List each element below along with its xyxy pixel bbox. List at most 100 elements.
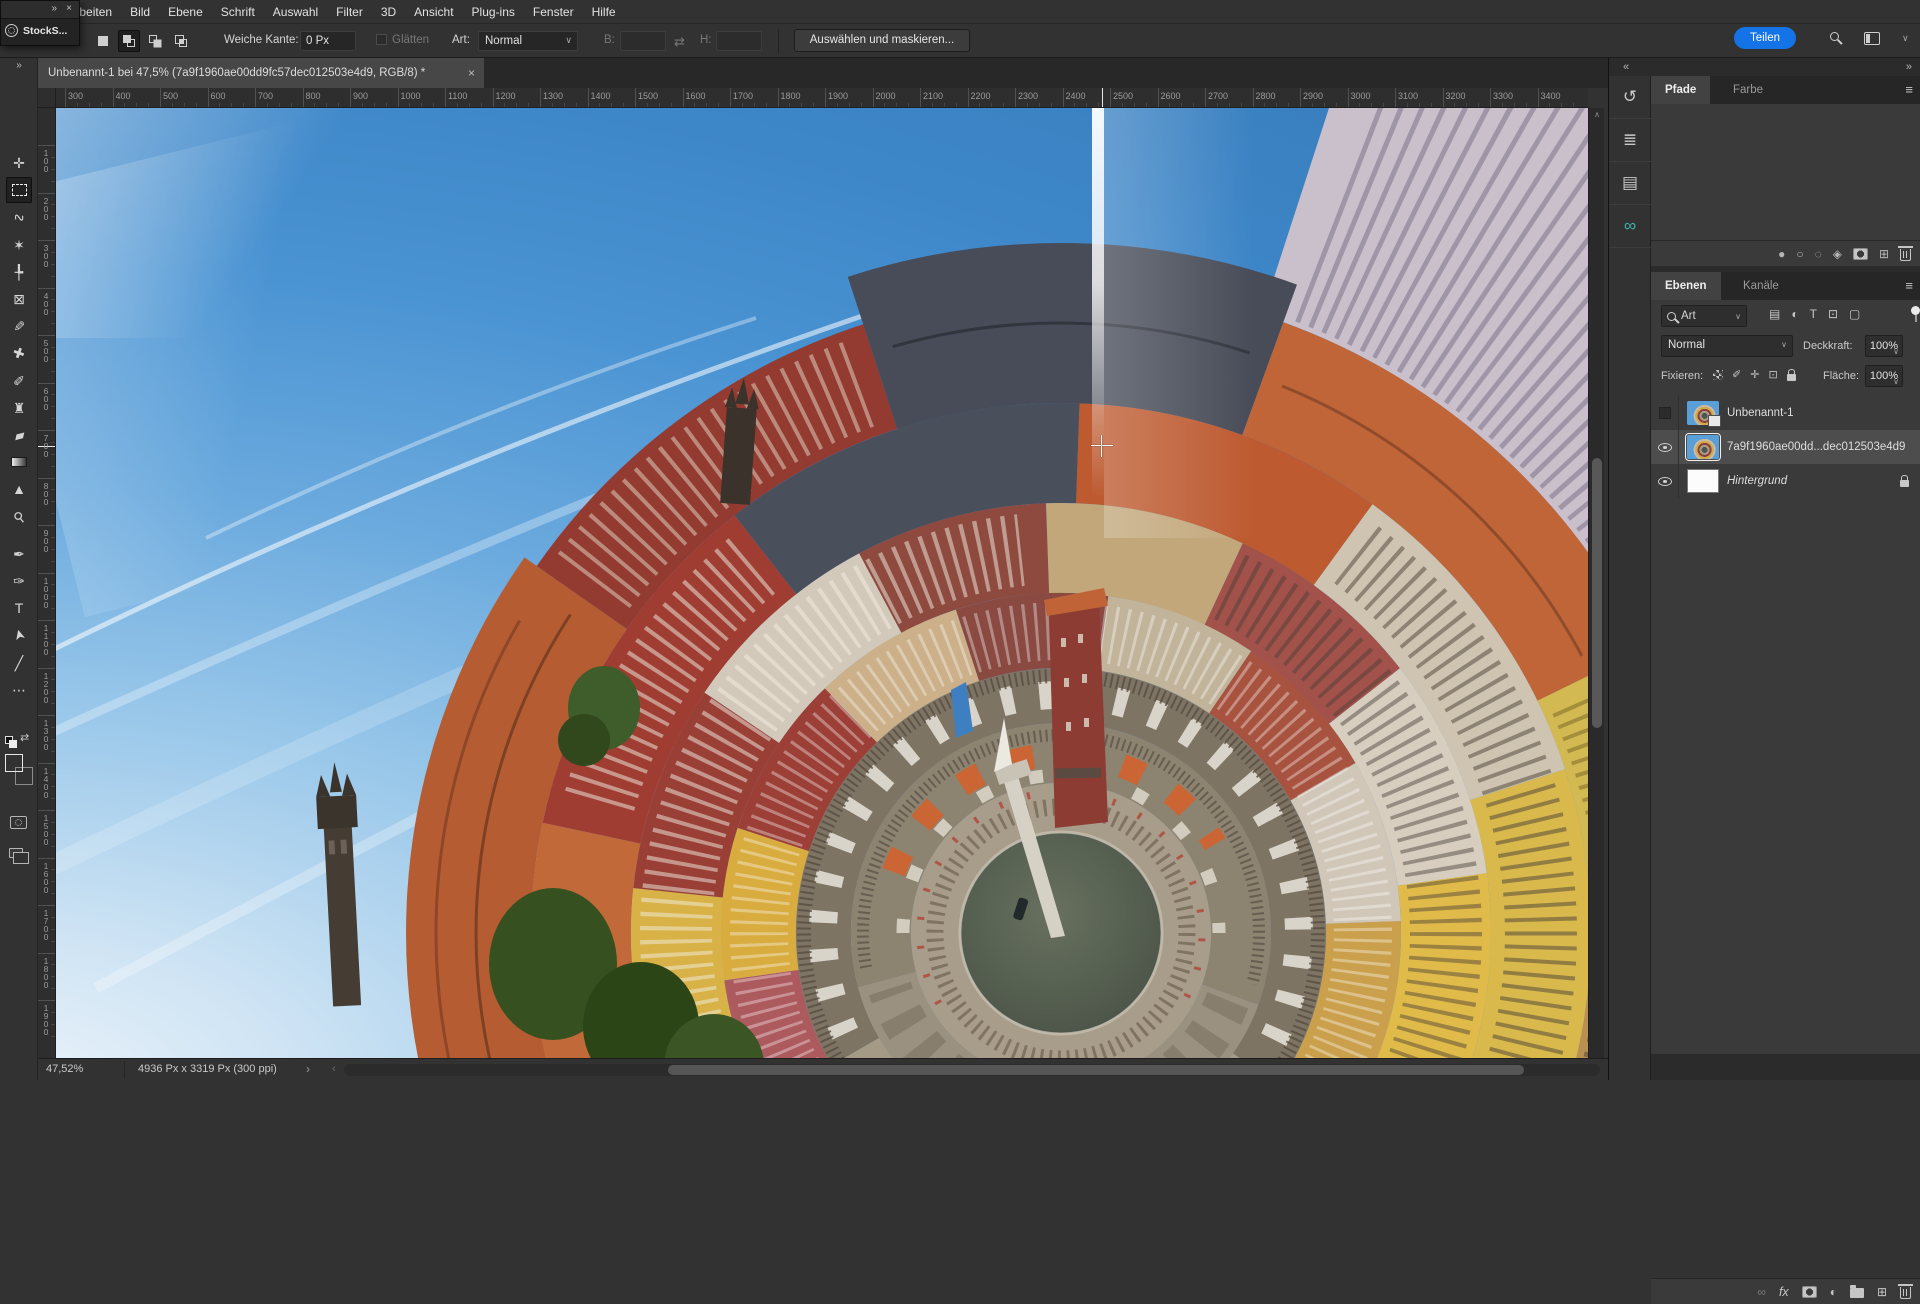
lock-transparency-icon[interactable] — [1713, 369, 1723, 380]
filter-image-icon[interactable]: ▤ — [1769, 307, 1780, 321]
rectangular-marquee-tool[interactable] — [6, 177, 32, 204]
scroll-up-icon[interactable]: ∧ — [1589, 110, 1605, 119]
crop-tool[interactable]: ╄ — [6, 259, 32, 285]
properties-panel[interactable]: ≣ — [1609, 119, 1651, 162]
close-icon[interactable]: × — [66, 3, 72, 14]
clone-stamp-tool[interactable]: ♜ — [6, 395, 32, 421]
tab-kanaele[interactable]: Kanäle — [1729, 272, 1793, 300]
workspace-switcher-icon[interactable] — [1864, 32, 1880, 45]
type-tool[interactable]: T — [6, 595, 32, 621]
pen-tool[interactable]: ✒ — [6, 541, 32, 567]
visibility-toggle[interactable] — [1651, 430, 1679, 464]
new-layer-icon[interactable]: ⊞ — [1877, 1285, 1887, 1299]
menu-item-filter[interactable]: Filter — [336, 5, 363, 19]
feather-input[interactable]: 0 Px — [300, 31, 356, 51]
swap-dimensions-icon[interactable]: ⇄ — [674, 34, 685, 50]
layer-thumbnail[interactable] — [1685, 433, 1721, 461]
horizontal-scrollbar-thumb[interactable] — [668, 1065, 1524, 1075]
layer-filter-select[interactable]: Art ∨ — [1661, 305, 1747, 327]
layer-row[interactable]: Hintergrund — [1651, 464, 1920, 498]
swap-swatches-icon[interactable]: ⇄ — [20, 731, 29, 744]
history-panel[interactable]: ↺ — [1609, 76, 1651, 119]
blend-mode-select[interactable]: Normal ∨ — [1661, 335, 1793, 357]
quick-mask-icon[interactable] — [10, 816, 27, 829]
menu-item-schrift[interactable]: Schrift — [221, 5, 255, 19]
expand-panel-icon[interactable]: » — [51, 3, 57, 14]
adjustment-layer-icon[interactable]: ◐ — [1830, 1285, 1837, 1299]
visibility-toggle[interactable] — [1651, 464, 1679, 498]
menu-item-ansicht[interactable]: Ansicht — [414, 5, 453, 19]
height-input[interactable] — [716, 31, 762, 51]
antialias-checkbox[interactable] — [376, 34, 387, 45]
screen-mode-icon[interactable] — [9, 848, 29, 864]
edit-toolbar[interactable]: ⋯ — [6, 677, 32, 703]
horizontal-ruler[interactable]: 300 400 500 600 700 800 900 1000 1100 1200 1300 140… — [56, 88, 1588, 108]
filter-adjustment-icon[interactable]: ◐ — [1791, 307, 1798, 321]
tab-pfade[interactable]: Pfade — [1651, 76, 1711, 104]
filter-smart-object-icon[interactable]: ▢ — [1849, 307, 1860, 321]
menu-item-hilfe[interactable]: Hilfe — [592, 5, 616, 19]
menu-item-ebene[interactable]: Ebene — [168, 5, 203, 19]
new-selection-icon[interactable] — [92, 30, 114, 52]
eyedropper-tool[interactable]: ✎ — [6, 313, 32, 339]
horizontal-scrollbar[interactable] — [344, 1064, 1600, 1076]
stock-panel-item[interactable]: StockS... — [1, 19, 79, 42]
default-swatches-icon[interactable]: ⇄ — [5, 731, 33, 748]
fill-field[interactable]: 100% ∨ — [1865, 365, 1903, 387]
select-and-mask-button[interactable]: Auswählen und maskieren... — [794, 29, 970, 52]
document-tab[interactable]: Unbenannt-1 bei 47,5% (7a9f1960ae00dd9fc… — [38, 58, 484, 88]
filter-type-icon[interactable]: T — [1810, 307, 1817, 321]
dodge-tool[interactable]: ⚲ — [6, 504, 32, 530]
menu-item-fenster[interactable]: Fenster — [533, 5, 574, 19]
status-options-icon[interactable]: › — [306, 1062, 310, 1076]
chevron-down-icon[interactable]: ∨ — [1902, 33, 1909, 44]
zoom-level-field[interactable]: 47,52% — [46, 1063, 83, 1075]
expand-panels-icon[interactable]: » — [1906, 61, 1912, 73]
layer-effects-icon[interactable]: fx — [1779, 1285, 1789, 1299]
menu-item-plug-ins[interactable]: Plug-ins — [472, 5, 515, 19]
lock-all-icon[interactable] — [1786, 368, 1796, 381]
path-operations-icon[interactable]: ◈ — [1833, 247, 1842, 261]
layer-mask-icon[interactable] — [1801, 1285, 1817, 1298]
link-layers-icon[interactable]: ∞ — [1757, 1285, 1766, 1299]
menu-item-3d[interactable]: 3D — [381, 5, 396, 19]
frame-tool[interactable]: ⊠ — [6, 286, 32, 312]
add-to-selection-icon[interactable] — [118, 30, 140, 52]
vertical-ruler[interactable]: 100 200 300 400 500 600 700 800 900 1000 1100 1200 1… — [38, 108, 56, 1058]
layer-row[interactable]: Unbenannt-1 — [1651, 396, 1920, 430]
path-as-selection-icon[interactable]: ◌ — [1815, 247, 1822, 261]
line-tool[interactable]: ╱ — [6, 650, 32, 676]
tab-ebenen[interactable]: Ebenen — [1651, 272, 1721, 300]
history-brush-tool[interactable]: ✑ — [6, 568, 32, 594]
layer-thumbnail[interactable] — [1687, 401, 1721, 427]
delete-path-icon[interactable] — [1898, 246, 1913, 261]
filter-shape-icon[interactable]: ⊡ — [1828, 307, 1838, 321]
scroll-left-icon[interactable]: ‹ — [332, 1063, 336, 1075]
filter-toggle-icon[interactable] — [1910, 306, 1920, 322]
subtract-from-selection-icon[interactable] — [144, 30, 166, 52]
share-button[interactable]: Teilen — [1734, 27, 1796, 49]
visibility-toggle[interactable] — [1651, 396, 1679, 430]
lock-artboard-icon[interactable]: ⊡ — [1768, 368, 1777, 381]
menu-item-auswahl[interactable]: Auswahl — [273, 5, 318, 19]
vertical-scrollbar-thumb[interactable] — [1592, 458, 1602, 728]
layer-name[interactable]: Hintergrund — [1727, 475, 1787, 487]
lock-position-icon[interactable]: ✛ — [1750, 368, 1759, 381]
gradient-tool[interactable] — [6, 449, 32, 475]
blur-tool[interactable]: ▲ — [6, 476, 32, 502]
lock-pixels-icon[interactable]: ✐ — [1732, 368, 1741, 381]
new-path-icon[interactable]: ⊞ — [1879, 247, 1889, 261]
menu-item-bild[interactable]: Bild — [130, 5, 150, 19]
toolbar-expand-icon[interactable]: » — [0, 60, 38, 71]
opacity-field[interactable]: 100% ∨ — [1865, 335, 1903, 357]
layer-group-icon[interactable] — [1849, 1285, 1864, 1298]
lasso-tool[interactable]: ∿ — [6, 204, 32, 230]
magic-wand-tool[interactable]: ✶ — [6, 232, 32, 258]
add-mask-icon[interactable] — [1852, 247, 1868, 260]
foreground-color-swatch[interactable] — [5, 754, 23, 772]
brush-tool[interactable]: ✐ — [6, 368, 32, 394]
layer-name[interactable]: 7a9f1960ae00dd...dec012503e4d9 — [1727, 441, 1905, 453]
layer-row[interactable]: 7a9f1960ae00dd...dec012503e4d9 — [1651, 430, 1920, 464]
layer-thumbnail[interactable] — [1687, 469, 1719, 493]
ruler-corner[interactable] — [38, 88, 56, 108]
